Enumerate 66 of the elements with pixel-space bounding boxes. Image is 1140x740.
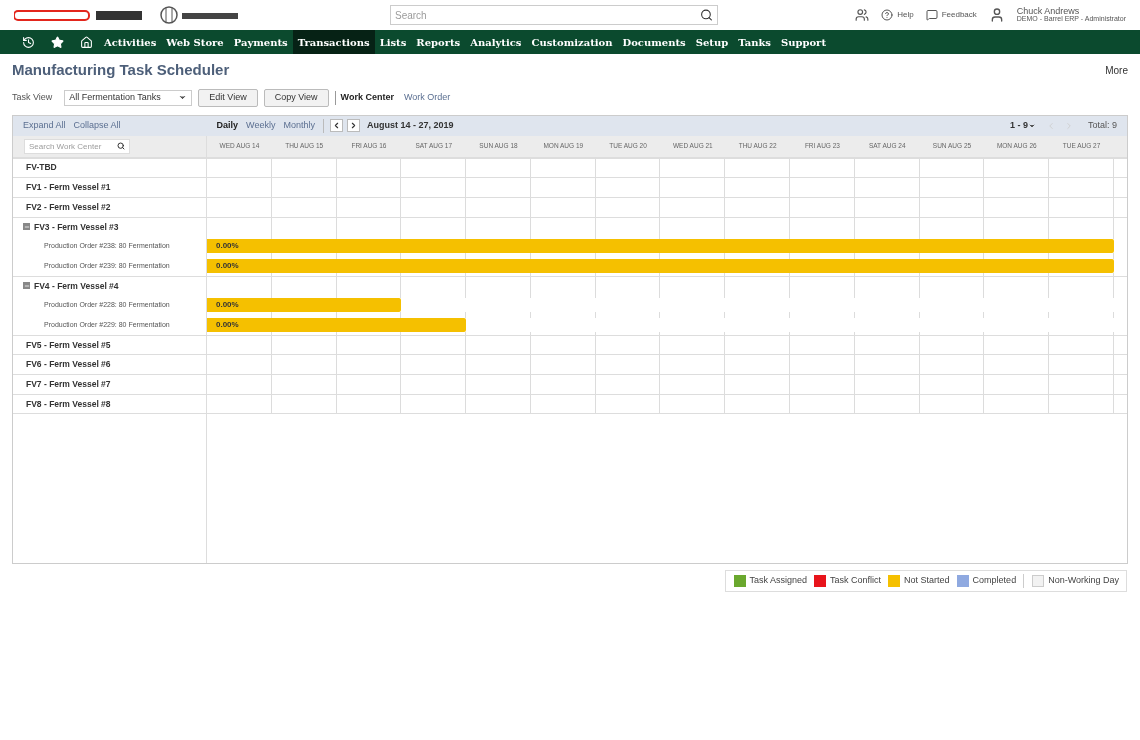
nav-item[interactable]: Activities [99, 30, 162, 54]
legend-label: Task Conflict [830, 573, 882, 587]
work-center-name[interactable]: FV-TBD [26, 161, 57, 175]
nav-item[interactable]: Transactions [292, 30, 375, 54]
page-title: Manufacturing Task Scheduler [12, 60, 230, 80]
nav-item[interactable]: Web Store [161, 30, 229, 54]
nav-item[interactable]: Tanks [733, 30, 776, 54]
task-bar[interactable]: 0.00% [207, 298, 402, 313]
nav-item[interactable]: Setup [690, 30, 734, 54]
mode-tab[interactable]: Monthly [283, 118, 315, 133]
people-icon[interactable] [855, 8, 870, 22]
mode-tab[interactable]: Daily [216, 118, 239, 133]
work-center-name[interactable]: FV3 - Ferm Vessel #3 [34, 220, 119, 234]
work-center-name[interactable]: FV6 - Ferm Vessel #6 [26, 358, 111, 372]
paging-dropdown[interactable]: 1 - 9 [1009, 118, 1036, 133]
nav-item[interactable]: Payments [228, 30, 293, 54]
more-link[interactable]: More [1105, 62, 1128, 78]
work-center-name[interactable]: FV5 - Ferm Vessel #5 [26, 338, 111, 352]
nav-item[interactable]: Reports [411, 30, 466, 54]
nav-item[interactable]: Documents [617, 30, 691, 54]
nav-item[interactable]: Customization [526, 30, 618, 54]
barrel-logo-icon [160, 5, 240, 25]
search-icon [117, 142, 125, 150]
work-center-name[interactable]: FV7 - Ferm Vessel #7 [26, 378, 111, 391]
work-center-name[interactable]: FV8 - Ferm Vessel #8 [26, 397, 111, 411]
help-link[interactable]: Help [897, 9, 914, 21]
task-view-label: Task View [12, 90, 53, 104]
task-bar[interactable]: 0.00% [207, 258, 1114, 273]
nav-item[interactable]: Support [775, 30, 831, 54]
work-center-name[interactable]: FV4 - Ferm Vessel #4 [34, 279, 119, 293]
collapse-all-link[interactable]: Collapse All [73, 118, 121, 133]
user-name[interactable]: Chuck Andrews [1016, 7, 1126, 15]
total-count: Total: 9 [1087, 118, 1117, 132]
legend-label: Not Started [904, 573, 950, 587]
date-range: August 14 - 27, 2019 [366, 118, 454, 132]
expand-all-link[interactable]: Expand All [23, 118, 66, 133]
nav-item[interactable]: Analytics [465, 30, 527, 54]
mode-tab[interactable]: Weekly [246, 118, 276, 133]
view-tab[interactable]: Work Center [340, 90, 394, 105]
work-center-name[interactable]: FV1 - Ferm Vessel #1 [26, 181, 111, 194]
work-center-name[interactable]: FV2 - Ferm Vessel #2 [26, 200, 111, 214]
help-icon[interactable] [881, 9, 894, 21]
search-icon [700, 8, 713, 22]
caret-icon [178, 93, 188, 102]
collapse-icon[interactable] [23, 223, 30, 231]
logo-icon [14, 8, 144, 22]
task-bar[interactable]: 0.00% [207, 318, 467, 332]
history-icon[interactable] [22, 35, 35, 49]
legend-label: Completed [972, 573, 1017, 587]
search-work-center-field[interactable]: Search Work Center [24, 138, 130, 154]
search-field[interactable]: Search [390, 5, 718, 25]
nav-item[interactable]: Lists [374, 30, 412, 54]
star-icon[interactable] [51, 35, 64, 49]
task-view-dropdown[interactable]: All Fermentation Tanks [64, 89, 193, 106]
collapse-icon[interactable] [23, 282, 30, 290]
task-bar[interactable]: 0.00% [207, 239, 1114, 254]
view-button[interactable]: Copy View [263, 88, 329, 107]
legend-label: Task Assigned [749, 573, 808, 587]
legend-label: Non-Working Day [1048, 573, 1119, 587]
feedback-icon[interactable] [925, 9, 938, 21]
view-tab[interactable]: Work Order [403, 90, 451, 105]
previous-button[interactable] [329, 119, 343, 132]
next-button[interactable] [346, 119, 360, 132]
home-icon[interactable] [80, 35, 93, 49]
feedback-link[interactable]: Feedback [941, 9, 977, 21]
view-button[interactable]: Edit View [198, 88, 258, 107]
